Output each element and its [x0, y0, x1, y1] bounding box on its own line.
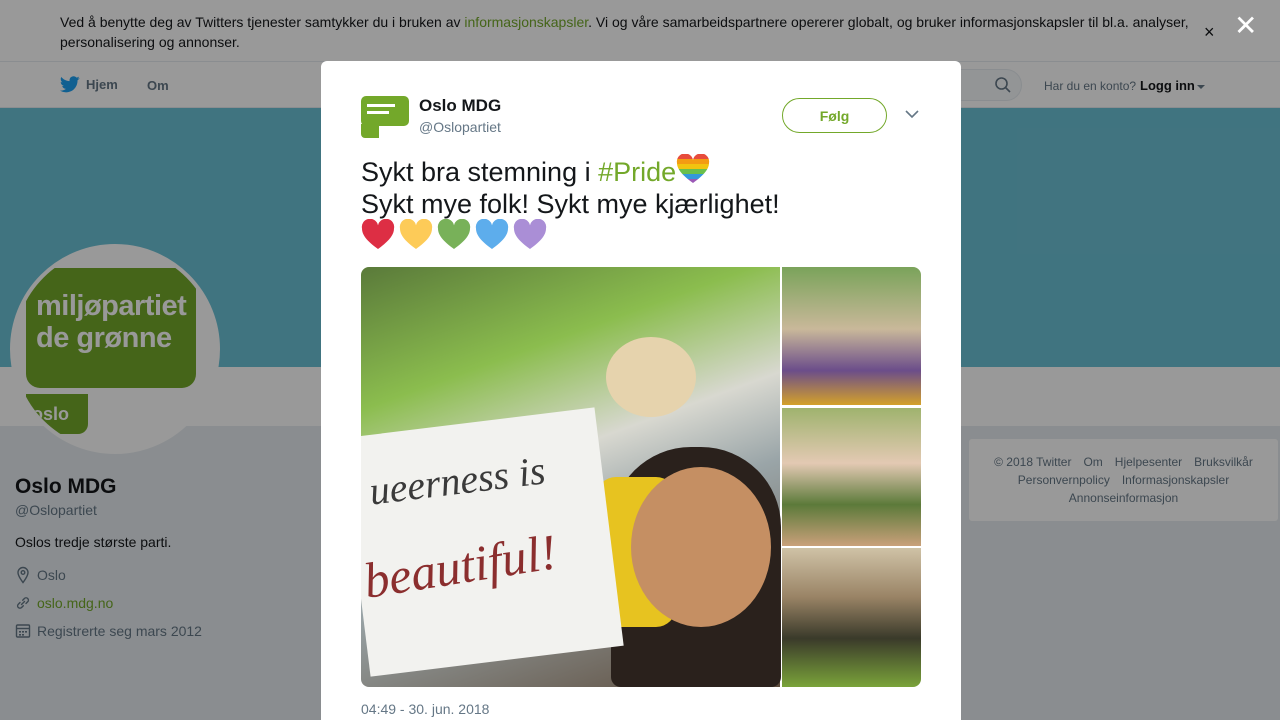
heart-emoji-icon-3: [437, 219, 471, 249]
tweet-photo-4[interactable]: [782, 548, 921, 687]
tweet-text: Sykt bra stemning i #Pride Sykt mye folk…: [361, 154, 780, 220]
chevron-down-icon[interactable]: [905, 109, 919, 119]
photo-person-blonde: [606, 337, 696, 417]
author-name[interactable]: Oslo MDG: [419, 96, 501, 116]
rainbow-heart-icon: [677, 154, 710, 184]
tweet-line-2: Sykt mye folk! Sykt mye kjærlighet!: [361, 189, 780, 219]
photo-person-face: [631, 467, 771, 627]
heart-emoji-icon-5: [513, 219, 547, 249]
tweet-modal: Oslo MDG @Oslopartiet Følg Sykt bra stem…: [321, 61, 961, 720]
tweet-photo-2[interactable]: [782, 267, 921, 405]
heart-emoji-row: [361, 219, 551, 251]
tweet-line-1: Sykt bra stemning i #Pride: [361, 154, 780, 188]
hashtag-link[interactable]: #Pride: [598, 157, 676, 187]
tweet-photo-grid: ueerness is beautiful!: [361, 267, 921, 687]
author-avatar[interactable]: [361, 96, 409, 138]
tweet-photo-3[interactable]: [782, 408, 921, 546]
tweet-line-1-text: Sykt bra stemning i: [361, 157, 599, 187]
author-handle[interactable]: @Oslopartiet: [419, 119, 501, 135]
heart-emoji-icon-4: [475, 219, 509, 249]
follow-button[interactable]: Følg: [782, 98, 887, 133]
heart-emoji-icon-1: [361, 219, 395, 249]
tweet-timestamp[interactable]: 04:49 - 30. jun. 2018: [361, 701, 489, 717]
tweet-photo-main[interactable]: ueerness is beautiful!: [361, 267, 781, 687]
close-icon[interactable]: ✕: [1234, 12, 1257, 40]
heart-emoji-icon-2: [399, 219, 433, 249]
